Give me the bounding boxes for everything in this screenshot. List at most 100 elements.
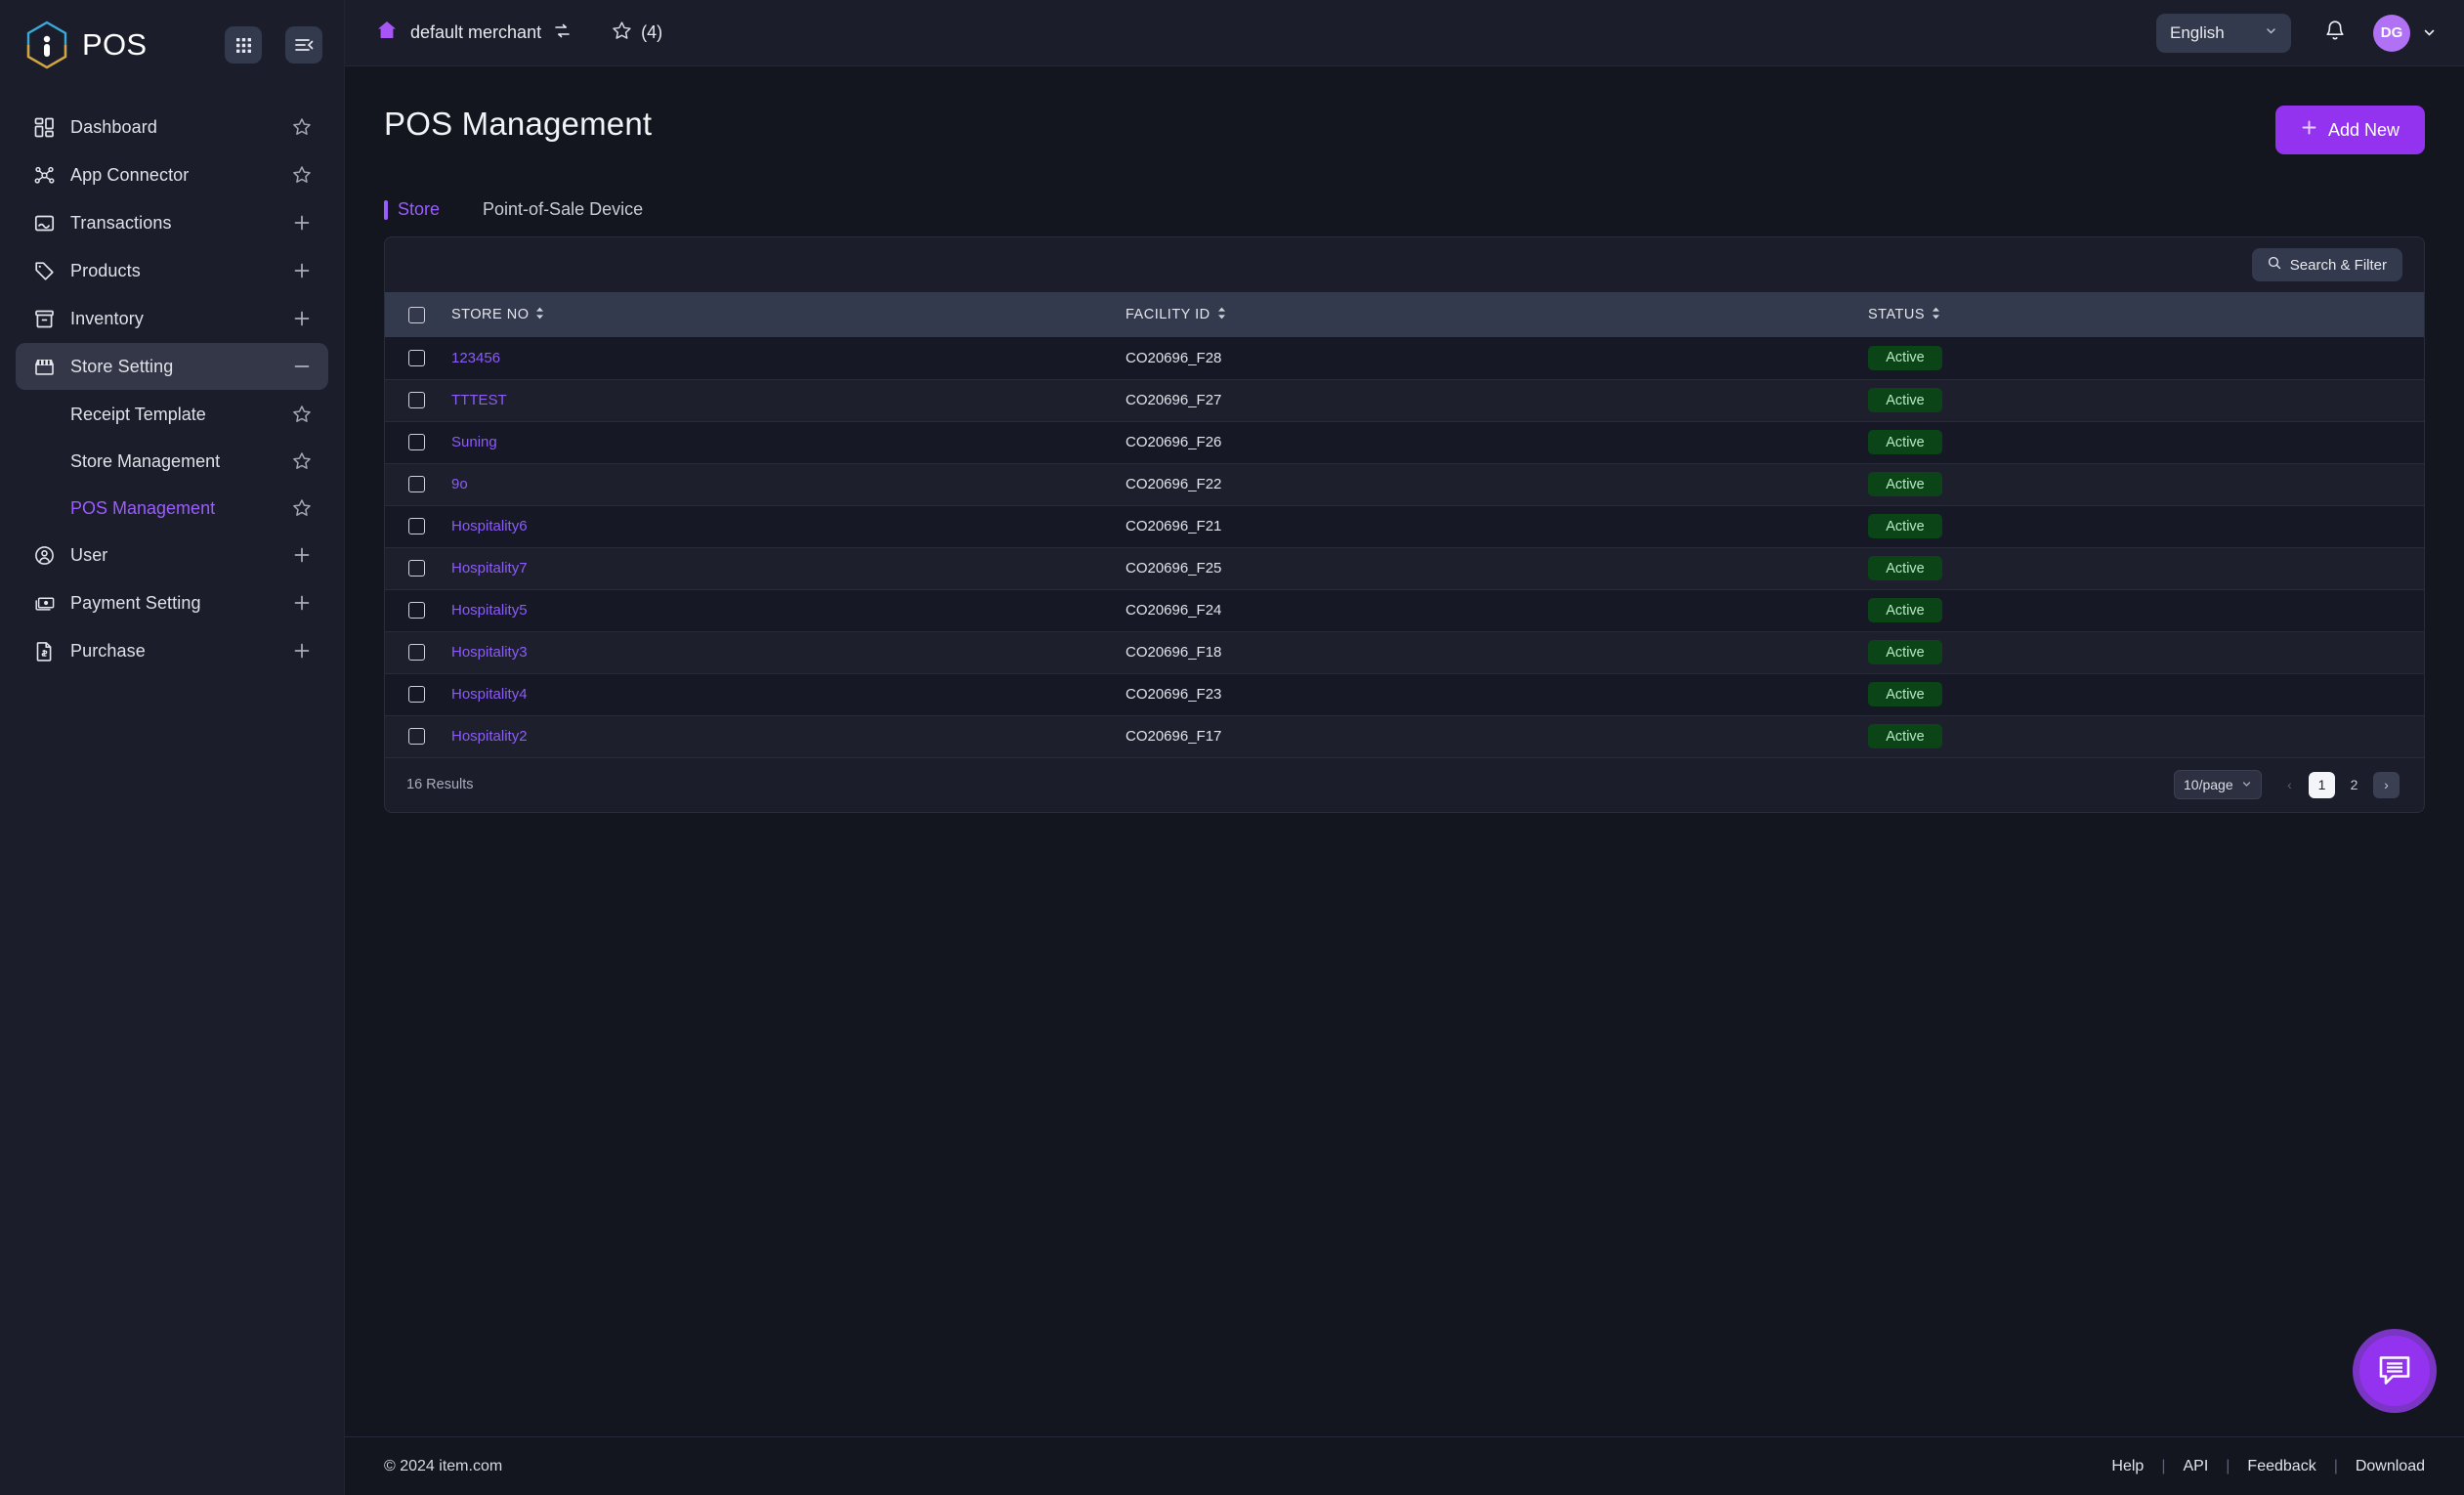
table-row[interactable]: 9o CO20696_F22 Active [385, 463, 2424, 505]
table-row[interactable]: Hospitality6 CO20696_F21 Active [385, 505, 2424, 547]
sidebar-item-payment-setting[interactable]: Payment Setting [16, 579, 328, 626]
plus-icon[interactable] [289, 638, 315, 663]
status-badge: Active [1868, 556, 1942, 580]
store-no-link[interactable]: Hospitality6 [451, 518, 528, 534]
user-icon [31, 542, 57, 568]
plus-icon[interactable] [289, 590, 315, 616]
sidebar-item-purchase[interactable]: Purchase [16, 627, 328, 674]
store-no-link[interactable]: Suning [451, 434, 497, 450]
footer-link-download[interactable]: Download [2356, 1458, 2425, 1475]
cell-facility-id: CO20696_F24 [1126, 589, 1868, 631]
row-checkbox[interactable] [408, 728, 425, 745]
plus-icon[interactable] [289, 306, 315, 331]
tab-point-of-sale-device[interactable]: Point-of-Sale Device [461, 199, 664, 220]
sidebar-item-app-connector[interactable]: App Connector [16, 151, 328, 198]
cell-facility-id: CO20696_F28 [1126, 337, 1868, 379]
table-row[interactable]: Hospitality7 CO20696_F25 Active [385, 547, 2424, 589]
row-checkbox[interactable] [408, 644, 425, 661]
facility-id-text: CO20696_F24 [1126, 602, 1222, 619]
search-and-filter-button[interactable]: Search & Filter [2251, 248, 2402, 281]
store-no-link[interactable]: Hospitality3 [451, 644, 528, 661]
connector-icon [31, 162, 57, 188]
store-no-link[interactable]: Hospitality7 [451, 560, 528, 577]
sidebar-item-user[interactable]: User [16, 532, 328, 578]
app-root: POS Dashboard App Connector Transactions… [0, 0, 2464, 1495]
star-icon[interactable] [289, 495, 315, 521]
sidebar-item-store-management[interactable]: Store Management [16, 438, 328, 485]
favorites-indicator[interactable]: (4) [612, 21, 662, 46]
row-checkbox[interactable] [408, 476, 425, 492]
row-checkbox[interactable] [408, 560, 425, 577]
switch-icon[interactable] [554, 22, 571, 44]
pagination-next-button[interactable]: › [2373, 771, 2400, 798]
pagination-prev-button[interactable]: ‹ [2276, 772, 2303, 798]
footer-link-api[interactable]: API [2183, 1458, 2208, 1475]
facility-id-text: CO20696_F22 [1126, 476, 1222, 492]
table-row[interactable]: TTTEST CO20696_F27 Active [385, 379, 2424, 421]
star-icon[interactable] [289, 448, 315, 474]
language-selector[interactable]: English [2156, 13, 2291, 53]
row-checkbox-cell [385, 421, 451, 463]
add-new-button[interactable]: Add New [2274, 106, 2425, 154]
sort-icon[interactable] [535, 307, 544, 323]
store-no-link[interactable]: Hospitality2 [451, 728, 528, 745]
sidebar-item-dashboard[interactable]: Dashboard [16, 104, 328, 150]
avatar[interactable]: DG [2373, 14, 2410, 52]
table-row[interactable]: Hospitality4 CO20696_F23 Active [385, 673, 2424, 715]
plus-icon[interactable] [289, 542, 315, 568]
notifications-button[interactable] [2324, 20, 2346, 47]
row-checkbox[interactable] [408, 602, 425, 619]
per-page-selector[interactable]: 10/page [2174, 770, 2262, 799]
column-header-label: STORE NO [451, 307, 530, 322]
row-checkbox[interactable] [408, 349, 425, 366]
sidebar-item-store-setting[interactable]: Store Setting [16, 343, 328, 390]
store-no-link[interactable]: 9o [451, 476, 468, 492]
pagination-page-2[interactable]: 2 [2341, 772, 2367, 798]
star-icon[interactable] [289, 162, 315, 188]
collapse-sidebar-icon[interactable] [285, 26, 322, 64]
plus-icon[interactable] [289, 210, 315, 235]
select-all-checkbox[interactable] [408, 306, 425, 323]
row-checkbox[interactable] [408, 686, 425, 703]
sidebar-item-inventory[interactable]: Inventory [16, 295, 328, 342]
sort-icon[interactable] [1217, 307, 1226, 323]
merchant-selector[interactable]: default merchant [376, 20, 571, 46]
sidebar-item-transactions[interactable]: Transactions [16, 199, 328, 246]
account-menu-chevron-down-icon[interactable] [2422, 25, 2437, 40]
store-no-link[interactable]: TTTEST [451, 392, 507, 408]
row-checkbox[interactable] [408, 518, 425, 534]
store-no-link[interactable]: 123456 [451, 350, 500, 366]
payment-icon [31, 590, 57, 616]
minus-icon[interactable] [289, 354, 315, 379]
search-and-filter-label: Search & Filter [2289, 256, 2387, 274]
footer-link-help[interactable]: Help [2111, 1458, 2144, 1475]
star-icon[interactable] [289, 402, 315, 427]
copyright-text: © 2024 item.com [384, 1457, 503, 1474]
column-header-facility-id[interactable]: FACILITY ID [1126, 292, 1868, 337]
sidebar-item-products[interactable]: Products [16, 247, 328, 294]
sidebar-item-receipt-template[interactable]: Receipt Template [16, 391, 328, 438]
sort-icon[interactable] [1932, 307, 1940, 323]
plus-icon[interactable] [289, 258, 315, 283]
grid-view-icon[interactable] [225, 26, 262, 64]
store-no-link[interactable]: Hospitality4 [451, 686, 528, 703]
row-checkbox[interactable] [408, 392, 425, 408]
table-row[interactable]: Hospitality2 CO20696_F17 Active [385, 715, 2424, 757]
sidebar-item-pos-management[interactable]: POS Management [16, 485, 328, 532]
store-no-link[interactable]: Hospitality5 [451, 602, 528, 619]
pagination-page-1[interactable]: 1 [2309, 771, 2335, 798]
table-row[interactable]: 123456 CO20696_F28 Active [385, 337, 2424, 379]
table-row[interactable]: Hospitality5 CO20696_F24 Active [385, 589, 2424, 631]
footer-link-feedback[interactable]: Feedback [2247, 1458, 2315, 1475]
star-icon[interactable] [289, 114, 315, 140]
cell-status: Active [1868, 337, 2424, 379]
cell-status: Active [1868, 673, 2424, 715]
row-checkbox[interactable] [408, 434, 425, 450]
tab-store[interactable]: Store [384, 199, 461, 220]
table-row[interactable]: Suning CO20696_F26 Active [385, 421, 2424, 463]
column-header-status[interactable]: STATUS [1868, 292, 2424, 337]
column-header-store-no[interactable]: STORE NO [451, 292, 1126, 337]
chat-support-button[interactable] [2353, 1329, 2437, 1413]
store-table: STORE NO FACILITY ID STATUS 123456 CO206… [385, 292, 2424, 758]
table-row[interactable]: Hospitality3 CO20696_F18 Active [385, 631, 2424, 673]
